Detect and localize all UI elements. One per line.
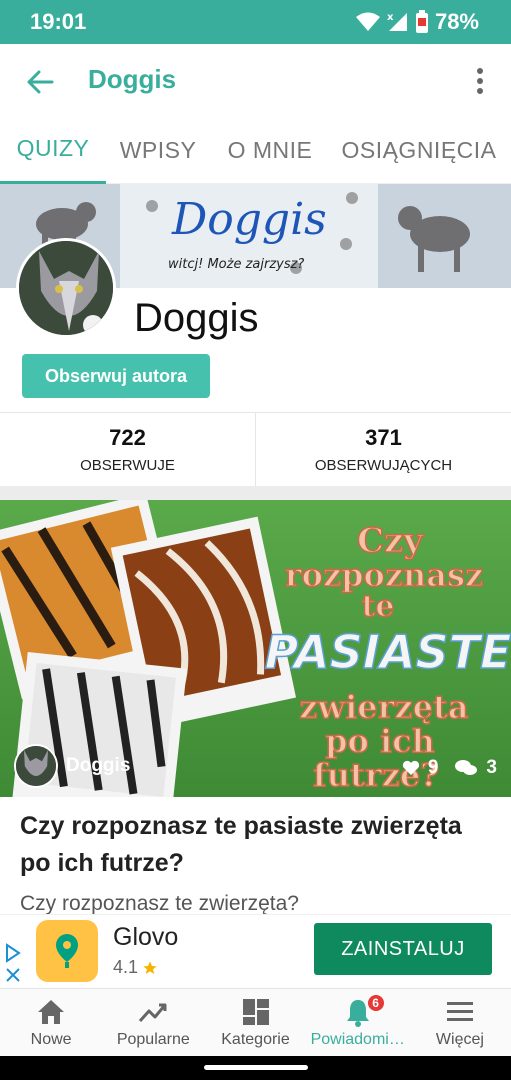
profile-tabs: QUIZY WPISY O MNIE OSIĄGNIĘCIA — [0, 116, 511, 184]
author-name: Doggis — [66, 755, 131, 776]
tab-wpisy[interactable]: WPISY — [106, 116, 210, 184]
app-bar: Doggis — [0, 44, 511, 116]
notification-badge: 6 — [365, 993, 386, 1013]
stat-label: OBSERWUJE — [80, 457, 175, 474]
nav-label: Więcej — [435, 1031, 484, 1048]
nav-item-wiecej[interactable]: Więcej — [409, 989, 511, 1056]
status-time: 19:01 — [30, 9, 87, 34]
quiz-title[interactable]: Czy rozpoznasz te pasiaste zwierzęta po … — [20, 808, 490, 882]
comments-count: 3 — [486, 757, 497, 778]
stat-followers[interactable]: 371 OBSERWUJĄCYCH — [255, 413, 511, 486]
menu-icon — [446, 1002, 473, 1021]
profile-name: Doggis — [134, 296, 259, 340]
follow-author-button[interactable]: Obserwuj autora — [22, 354, 210, 398]
svg-text:x: x — [387, 12, 394, 23]
battery-level: 78% — [434, 9, 479, 34]
stat-following[interactable]: 722 OBSERWUJE — [0, 413, 255, 486]
image-line-5: zwierzęta — [299, 688, 468, 726]
stat-value: 722 — [109, 425, 146, 450]
glovo-logo-icon — [36, 920, 98, 982]
status-icons: x 78% — [355, 9, 479, 35]
home-icon — [38, 1000, 65, 1024]
heart-icon — [402, 760, 419, 775]
install-button[interactable]: ZAINSTALUJ — [314, 923, 492, 975]
quiz-card-stats: 9 3 — [402, 757, 497, 779]
nav-item-popularne[interactable]: Popularne — [102, 989, 204, 1056]
author-avatar — [14, 744, 58, 788]
signal-icon: x — [387, 12, 407, 31]
page-title: Doggis — [88, 64, 177, 94]
nav-label: Powiadomi… — [310, 1031, 405, 1048]
back-arrow-icon[interactable] — [24, 66, 56, 98]
image-line-6: po ich — [325, 722, 435, 760]
grid-icon — [242, 999, 269, 1025]
nav-item-nowe[interactable]: Nowe — [0, 989, 102, 1056]
bottom-navigation: Nowe Popularne Kategorie 6 Powiadomi… Wi… — [0, 988, 511, 1056]
battery-icon — [415, 10, 428, 33]
nav-label: Nowe — [30, 1031, 72, 1048]
ad-banner[interactable]: Glovo 4.1 ZAINSTALUJ — [0, 914, 511, 988]
quiz-card-author[interactable]: Doggis — [14, 744, 130, 788]
comments-icon — [455, 760, 478, 775]
image-line-3: te — [362, 589, 395, 624]
ad-rating-value: 4.1 — [113, 957, 139, 977]
stat-label: OBSERWUJĄCYCH — [314, 457, 453, 474]
image-line-4: PASIASTE — [265, 625, 511, 679]
status-bar: 19:01 x 78% — [0, 0, 511, 44]
home-gesture-handle[interactable] — [204, 1065, 308, 1070]
overflow-menu-icon[interactable] — [475, 68, 485, 98]
star-icon — [143, 960, 157, 974]
trending-icon — [139, 1003, 167, 1023]
stat-value: 371 — [365, 425, 402, 450]
tab-osiagniecia[interactable]: OSIĄGNIĘCIA — [330, 116, 508, 184]
tab-o-mnie[interactable]: O MNIE — [210, 116, 330, 184]
wifi-icon — [355, 12, 380, 31]
banner-title: Doggis — [171, 194, 327, 245]
nav-item-powiadomienia[interactable]: 6 Powiadomi… — [307, 989, 409, 1056]
likes-count: 9 — [427, 757, 439, 778]
profile-stats: 722 OBSERWUJE 371 OBSERWUJĄCYCH — [0, 412, 511, 486]
avatar[interactable] — [16, 238, 116, 338]
ad-rating: 4.1 — [113, 957, 158, 978]
nav-label: Kategorie — [221, 1031, 290, 1048]
nav-item-kategorie[interactable]: Kategorie — [204, 989, 306, 1056]
tab-quizy[interactable]: QUIZY — [0, 116, 106, 184]
divider — [0, 486, 511, 500]
nav-label: Popularne — [116, 1031, 190, 1048]
image-line-1: Czy — [357, 521, 424, 561]
ad-app-name: Glovo — [113, 923, 179, 951]
adchoices-icon[interactable] — [4, 943, 22, 983]
banner-subtitle: witcj! Może zajrzysz? — [168, 257, 304, 272]
quiz-description: Czy rozpoznasz te zwierzęta? — [20, 892, 299, 914]
system-navigation-bar — [0, 1056, 511, 1080]
